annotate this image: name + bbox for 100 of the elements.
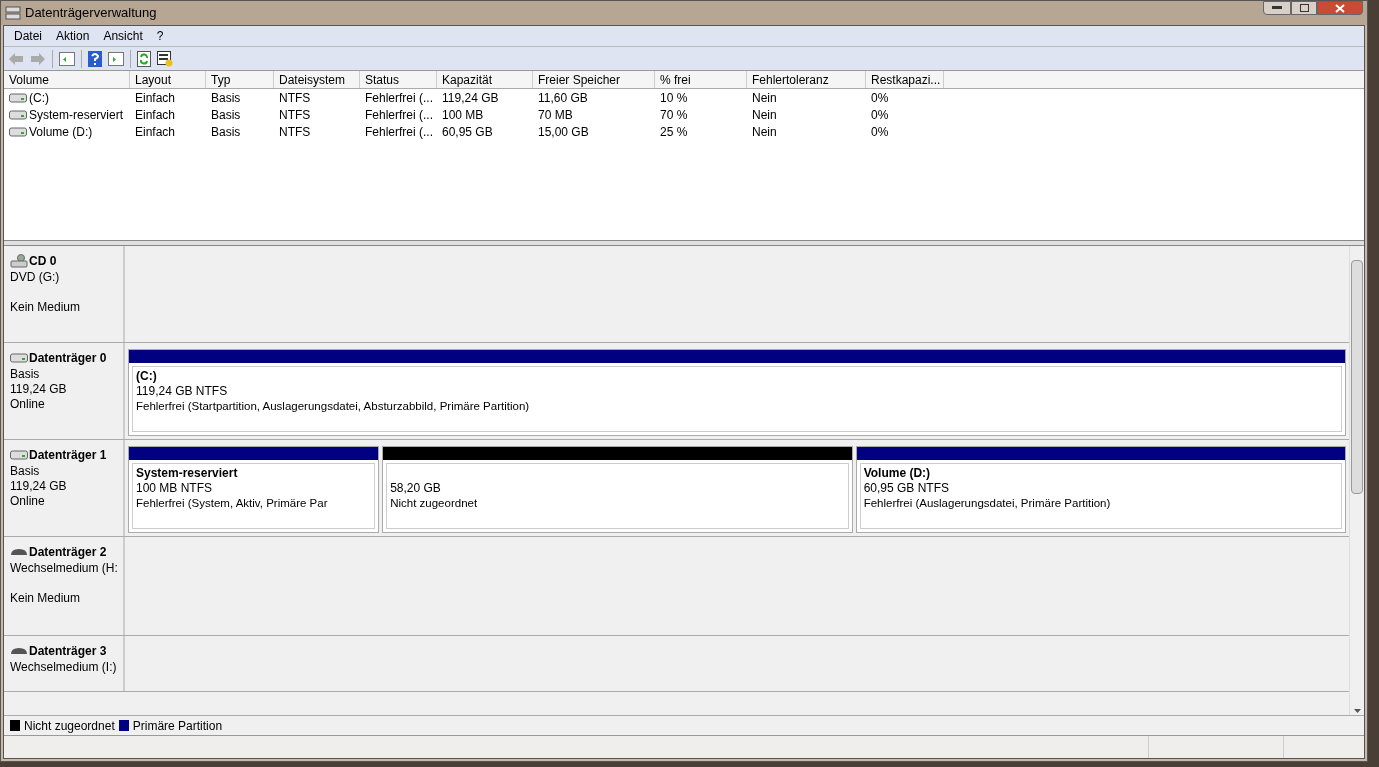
hard-drive-icon (9, 92, 27, 103)
menu-item[interactable]: Datei (8, 27, 48, 45)
partition-name: (C:) (136, 369, 158, 384)
column-header[interactable]: Restkapazi... (866, 71, 944, 88)
table-cell-text: 15,00 GB (538, 123, 589, 141)
table-cell-text: Volume (D:) (29, 123, 93, 141)
table-cell-text: 70 % (660, 106, 688, 124)
hard-drive-icon (10, 353, 28, 363)
table-cell-text: System-reserviert (29, 106, 123, 124)
table-cell-text: Basis (211, 123, 241, 141)
maximize-icon (1299, 4, 1309, 12)
column-header[interactable]: Kapazität (437, 71, 533, 88)
table-cell-text: 100 MB (442, 106, 484, 124)
table-cell-text: NTFS (279, 89, 311, 107)
partition-block[interactable]: System-reserviert 100 MB NTFS Fehlerfrei (System, Aktiv, Primäre Par (128, 446, 380, 533)
maximize-button[interactable] (1291, 1, 1317, 15)
table-cell-text: Nein (752, 123, 777, 141)
table-cell-text: 70 MB (538, 106, 573, 124)
table-cell-text: 0% (871, 106, 889, 124)
partition-size: 60,95 GB NTFS (863, 481, 950, 496)
disk-name: Datenträger 0 (29, 350, 107, 367)
close-button[interactable] (1317, 1, 1363, 15)
table-cell-text: NTFS (279, 106, 311, 124)
partition-size: 119,24 GB NTFS (136, 384, 229, 399)
properties-icon[interactable] (157, 50, 173, 67)
menu-item[interactable]: ? (150, 27, 170, 45)
disk-info: Basis (10, 464, 41, 479)
cd-drive-icon (10, 254, 28, 268)
hard-drive-icon (9, 109, 27, 120)
disk-media-status: Kein Medium (10, 591, 82, 606)
column-header[interactable]: Status (360, 71, 437, 88)
column-header[interactable]: Freier Speicher (533, 71, 655, 88)
scrollbar-thumb[interactable] (1351, 260, 1363, 494)
scroll-down-arrow-icon[interactable] (1353, 709, 1361, 713)
column-header[interactable]: Typ (206, 71, 274, 88)
partition-size: 100 MB NTFS (136, 481, 214, 496)
column-header[interactable]: Fehlertoleranz (747, 71, 866, 88)
removable-drive-icon (10, 647, 28, 655)
close-icon (1335, 3, 1345, 13)
disk-info: Online (10, 397, 46, 412)
vertical-scrollbar[interactable] (1349, 246, 1364, 715)
table-cell-text: Fehlerfrei (... (365, 106, 433, 124)
disk-info: DVD (G:) (10, 270, 61, 285)
hard-drive-icon (10, 450, 28, 460)
table-cell-text: 0% (871, 89, 889, 107)
column-header[interactable]: % frei (655, 71, 747, 88)
table-cell-text: 10 % (660, 89, 688, 107)
disk-name: Datenträger 3 (29, 643, 107, 660)
column-header[interactable]: Dateisystem (274, 71, 360, 88)
column-header[interactable]: Layout (130, 71, 206, 88)
table-cell-text: 60,95 GB (442, 123, 493, 141)
console-tree-icon[interactable] (59, 51, 75, 66)
table-cell-text: NTFS (279, 123, 311, 141)
minimize-icon (1272, 6, 1282, 10)
refresh-icon[interactable] (137, 50, 151, 67)
table-cell-text: Einfach (135, 123, 176, 141)
partition-status: Fehlerfrei (System, Aktiv, Primäre Par (136, 496, 329, 511)
disk-name: Datenträger 1 (29, 447, 107, 464)
table-cell-text: Nein (752, 89, 777, 107)
partition-block[interactable]: (C:) 119,24 GB NTFS Fehlerfrei (Startpartition, Auslagerungsdatei, Absturzabbild, Primäre Partition) (128, 349, 1346, 436)
legend-label: Nicht zugeordnet (24, 717, 115, 735)
help-icon[interactable] (88, 50, 102, 67)
disk-name: Datenträger 2 (29, 544, 107, 561)
legend-label: Primäre Partition (132, 717, 223, 735)
table-cell-text: Fehlerfrei (... (365, 123, 433, 141)
window-title: Datenträgerverwaltung (25, 4, 157, 23)
disk-management-icon (5, 6, 21, 20)
disk-info: 119,24 GB (10, 382, 68, 397)
action-pane-icon[interactable] (108, 51, 124, 66)
menu-item[interactable]: Ansicht (97, 27, 149, 45)
disk-media-status: Kein Medium (10, 300, 82, 315)
table-cell-text: Basis (211, 106, 241, 124)
partition-size: 58,20 GB (390, 481, 442, 496)
table-cell-text: 119,24 GB (442, 89, 499, 107)
table-cell-text: 25 % (660, 123, 688, 141)
table-cell-text: Einfach (135, 89, 176, 107)
disk-info: Basis (10, 367, 41, 382)
minimize-button[interactable] (1263, 1, 1291, 15)
partition-status: Fehlerfrei (Startpartition, Auslagerungsdatei, Absturzabbild, Primäre Partition) (136, 399, 531, 414)
partition-block[interactable]: 58,20 GB Nicht zugeordnet (382, 446, 853, 533)
removable-drive-icon (10, 548, 28, 556)
table-cell-text: Fehlerfrei (... (365, 89, 433, 107)
table-cell-text: 11,60 GB (538, 89, 588, 107)
disk-info: Wechselmedium (H: (10, 561, 119, 576)
partition-name: System-reserviert (136, 466, 239, 481)
partition-block[interactable]: Volume (D:) 60,95 GB NTFS Fehlerfrei (Auslagerungsdatei, Primäre Partition) (855, 446, 1346, 533)
table-cell-text: Basis (211, 89, 241, 107)
partition-name: Volume (D:) (863, 466, 932, 481)
disk-info: Online (10, 494, 46, 509)
disk-info: 119,24 GB (10, 479, 68, 494)
menu-item[interactable]: Aktion (50, 27, 96, 45)
hard-drive-icon (9, 126, 27, 137)
partition-status: Fehlerfrei (Auslagerungsdatei, Primäre Partition) (863, 496, 1112, 511)
table-cell-text: 0% (871, 123, 889, 141)
disk-info: Wechselmedium (I:) (10, 660, 118, 675)
column-header[interactable]: Volume (4, 71, 130, 88)
table-cell-text: Einfach (135, 106, 176, 124)
table-cell-text: Nein (752, 106, 777, 124)
partition-status: Nicht zugeordnet (390, 496, 479, 511)
table-cell-text: (C:) (29, 89, 49, 107)
